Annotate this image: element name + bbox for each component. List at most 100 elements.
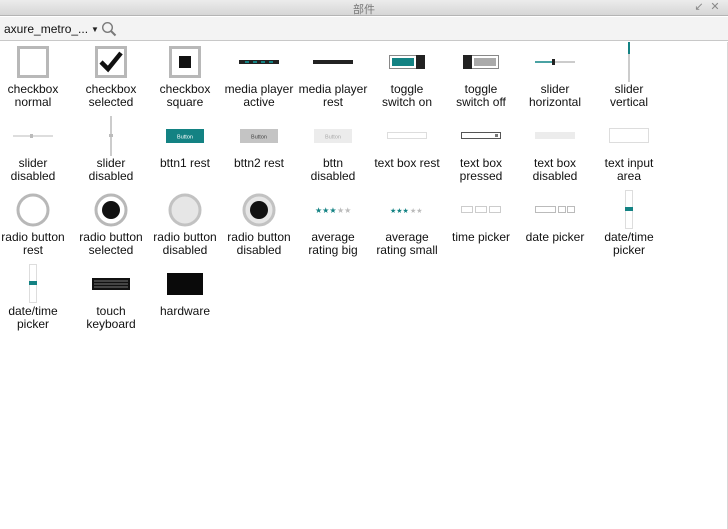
- slider-vertical-icon: [628, 42, 630, 82]
- widget-thumbnail: [518, 190, 592, 230]
- library-select-value: axure_metro_...: [4, 22, 89, 36]
- widget-thumbnail: [518, 116, 592, 156]
- toggle-on-icon: [389, 55, 425, 69]
- widget-date-picker[interactable]: date picker: [518, 190, 592, 264]
- widget-text-box-rest[interactable]: text box rest: [370, 116, 444, 190]
- widget-text-input-area[interactable]: text input area: [592, 116, 666, 190]
- widget-bttn2-rest[interactable]: Button bttn2 rest: [222, 116, 296, 190]
- widget-touch-keyboard[interactable]: touch keyboard: [74, 264, 148, 338]
- widget-checkbox-square[interactable]: checkbox square: [148, 42, 222, 116]
- widget-thumbnail: [0, 42, 70, 82]
- text-box-rest-icon: [387, 132, 427, 139]
- widget-label: keyboard: [86, 317, 136, 331]
- widget-thumbnail: [0, 264, 70, 304]
- search-icon[interactable]: [101, 21, 117, 37]
- widget-media-player-rest[interactable]: media player rest: [296, 42, 370, 116]
- media-player-rest-icon: [313, 60, 353, 64]
- media-player-active-icon: [239, 60, 279, 64]
- widget-thumbnail: [592, 116, 666, 156]
- widget-text-box-pressed[interactable]: text box pressed: [444, 116, 518, 190]
- widget-radio-button-disabled-selected[interactable]: radio button disabled: [222, 190, 296, 264]
- svg-text:★★: ★★: [337, 206, 351, 214]
- widget-toggle-switch-on[interactable]: toggle switch on: [370, 42, 444, 116]
- widget-thumbnail: [518, 42, 592, 82]
- chevron-down-icon: ▼: [91, 24, 99, 34]
- widget-media-player-active[interactable]: media player active: [222, 42, 296, 116]
- widget-bttn-disabled[interactable]: Button bttn disabled: [296, 116, 370, 190]
- widget-label: rating small: [376, 243, 438, 257]
- widget-slider-vertical[interactable]: slider vertical: [592, 42, 666, 116]
- checkbox-selected-icon: [95, 46, 127, 78]
- widget-text-box-disabled[interactable]: text box disabled: [518, 116, 592, 190]
- widget-thumbnail: Button: [148, 116, 222, 156]
- slider-disabled-horizontal-icon: [13, 134, 53, 138]
- widget-label-group: text input area: [586, 157, 672, 183]
- collapse-icon[interactable]: ↙: [693, 1, 705, 14]
- radio-rest-icon: [16, 193, 50, 227]
- widget-label-group: date/time picker: [0, 305, 76, 331]
- widget-slider-disabled-v[interactable]: slider disabled: [74, 116, 148, 190]
- widget-bttn1-rest[interactable]: Button bttn1 rest: [148, 116, 222, 190]
- widget-time-picker[interactable]: time picker: [444, 190, 518, 264]
- date-picker-icon: [535, 206, 575, 213]
- widget-checkbox-normal[interactable]: checkbox normal: [0, 42, 70, 116]
- widget-date-time-picker-1[interactable]: date/time picker: [592, 190, 666, 264]
- close-icon[interactable]: ✕: [709, 1, 721, 14]
- widget-thumbnail: ★★★ ★★: [296, 190, 370, 230]
- widget-label-group: radio button rest: [0, 231, 76, 257]
- text-box-disabled-icon: [535, 132, 575, 139]
- window-title: 部件: [353, 4, 375, 16]
- widget-thumbnail: [444, 42, 518, 82]
- widget-average-rating-small[interactable]: ★★★ ★★ average rating small: [370, 190, 444, 264]
- widget-label: area: [616, 169, 642, 183]
- widget-radio-button-disabled[interactable]: radio button disabled: [148, 190, 222, 264]
- widget-label-group: hardware: [142, 305, 228, 318]
- widget-label-group: checkbox normal: [0, 83, 76, 109]
- widget-thumbnail: [370, 116, 444, 156]
- widget-radio-button-rest[interactable]: radio button rest: [0, 190, 70, 264]
- toggle-off-icon: [463, 55, 499, 69]
- widget-thumbnail: [74, 190, 148, 230]
- slider-horizontal-icon: [535, 59, 575, 65]
- widget-slider-horizontal[interactable]: slider horizontal: [518, 42, 592, 116]
- widget-thumbnail: [74, 116, 148, 156]
- library-select[interactable]: axure_metro_... ▼: [4, 22, 99, 36]
- widget-checkbox-selected[interactable]: checkbox selected: [74, 42, 148, 116]
- text-input-area-icon: [609, 128, 649, 143]
- widget-thumbnail: Button: [296, 116, 370, 156]
- bttn-disabled-icon: Button: [314, 129, 352, 143]
- bttn2-rest-icon: Button: [240, 129, 278, 143]
- hardware-icon: [167, 273, 203, 295]
- svg-text:Button: Button: [325, 135, 341, 141]
- widget-label: disabled: [88, 169, 134, 183]
- svg-text:Button: Button: [251, 135, 267, 141]
- widget-thumbnail: [222, 190, 296, 230]
- rating-big-icon: ★★★ ★★: [315, 206, 351, 214]
- checkbox-square-icon: [169, 46, 201, 78]
- time-picker-icon: [461, 206, 501, 213]
- widget-thumbnail: Button: [222, 116, 296, 156]
- widget-thumbnail: [74, 42, 148, 82]
- rating-small-icon: ★★★ ★★: [390, 207, 423, 214]
- widget-label-group: date/time picker: [586, 231, 672, 257]
- svg-text:★★★: ★★★: [315, 206, 337, 214]
- widget-thumbnail: [148, 190, 222, 230]
- date-time-picker-icon: [625, 190, 633, 229]
- widget-hardware[interactable]: hardware: [148, 264, 222, 338]
- widget-average-rating-big[interactable]: ★★★ ★★ average rating big: [296, 190, 370, 264]
- widget-label-group: slider disabled: [0, 157, 76, 183]
- widget-label: vertical: [609, 95, 648, 109]
- text-box-pressed-icon: [461, 132, 501, 139]
- widget-label: rest: [22, 243, 43, 257]
- widget-label: picker: [612, 243, 645, 257]
- date-time-picker-icon: [29, 264, 37, 303]
- widget-toggle-switch-off[interactable]: toggle switch off: [444, 42, 518, 116]
- widget-thumbnail: [0, 190, 70, 230]
- widget-thumbnail: ★★★ ★★: [370, 190, 444, 230]
- svg-text:★★★: ★★★: [390, 207, 409, 214]
- widget-thumbnail: [0, 116, 70, 156]
- widget-radio-button-selected[interactable]: radio button selected: [74, 190, 148, 264]
- widget-date-time-picker-2[interactable]: date/time picker: [0, 264, 70, 338]
- widget-slider-disabled-h[interactable]: slider disabled: [0, 116, 70, 190]
- svg-text:★★: ★★: [410, 207, 423, 214]
